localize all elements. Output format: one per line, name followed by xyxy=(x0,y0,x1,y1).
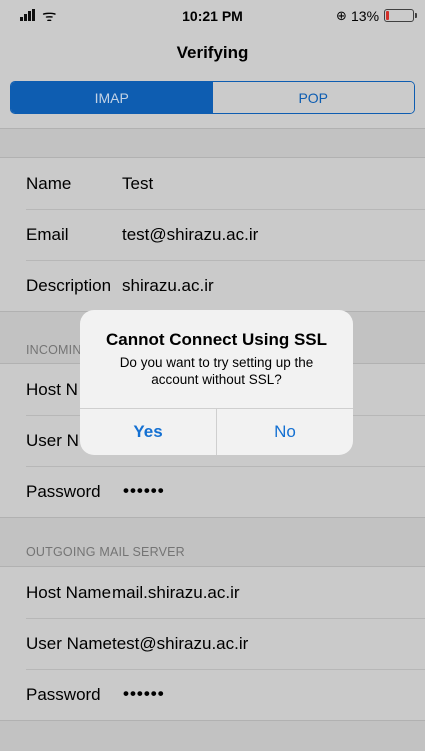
alert-message: Do you want to try setting up the accoun… xyxy=(119,355,314,387)
mail-account-screen: ᯤ 10:21 PM ⊕ 13% Verifying IMAP POP Name… xyxy=(0,0,425,751)
alert-yes-button[interactable]: Yes xyxy=(80,409,217,455)
alert-no-button[interactable]: No xyxy=(217,409,353,455)
ssl-alert-dialog: Cannot Connect Using SSL Do you want to … xyxy=(80,310,353,455)
alert-buttons: Yes No xyxy=(80,408,353,455)
alert-title: Cannot Connect Using SSL xyxy=(106,330,327,349)
